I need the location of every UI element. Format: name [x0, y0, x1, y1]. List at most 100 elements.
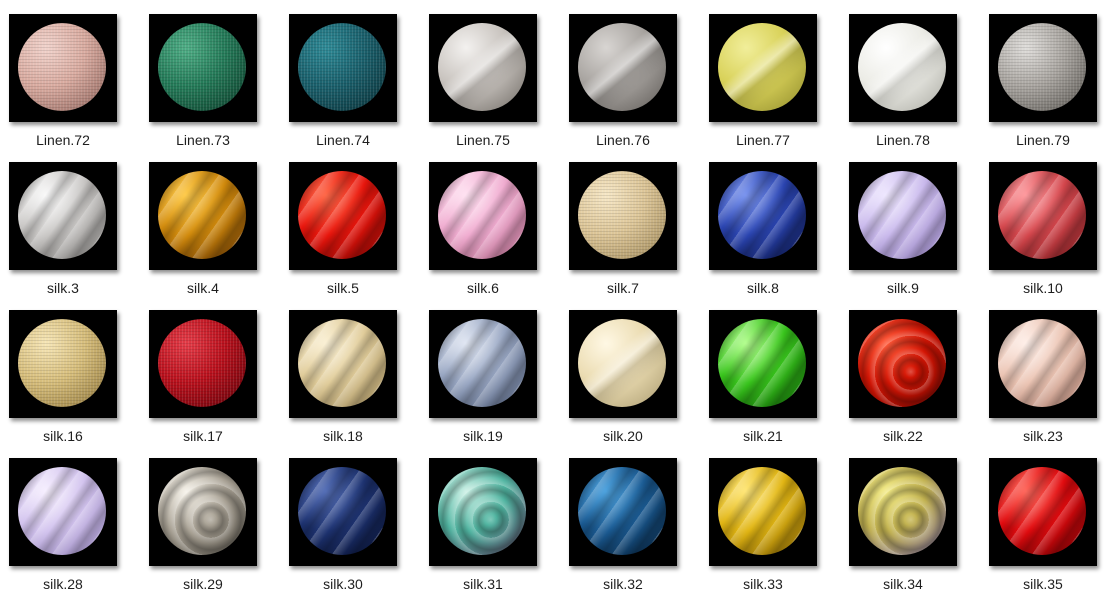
- file-name-label: Linen.77: [736, 132, 790, 148]
- file-item[interactable]: silk.22: [849, 310, 989, 458]
- file-thumbnail[interactable]: [849, 310, 957, 418]
- file-item[interactable]: Linen.72: [9, 14, 149, 162]
- file-name-label: silk.8: [747, 280, 779, 296]
- file-item[interactable]: silk.3: [9, 162, 149, 310]
- file-thumbnail[interactable]: [429, 310, 537, 418]
- file-name-label: Linen.72: [36, 132, 90, 148]
- file-thumbnail[interactable]: [989, 162, 1097, 270]
- file-item[interactable]: silk.10: [989, 162, 1113, 310]
- file-item[interactable]: silk.19: [429, 310, 569, 458]
- file-name-label: silk.22: [883, 428, 923, 444]
- file-thumbnail[interactable]: [429, 162, 537, 270]
- file-item[interactable]: silk.35: [989, 458, 1113, 606]
- file-thumbnail[interactable]: [569, 310, 677, 418]
- file-item[interactable]: silk.16: [9, 310, 149, 458]
- file-item[interactable]: silk.18: [289, 310, 429, 458]
- file-thumbnail[interactable]: [849, 458, 957, 566]
- file-name-label: silk.9: [887, 280, 919, 296]
- file-item[interactable]: Linen.76: [569, 14, 709, 162]
- material-sphere-preview: [578, 467, 666, 555]
- file-thumbnail[interactable]: [289, 458, 397, 566]
- material-sphere-preview: [18, 467, 106, 555]
- material-sphere-preview: [858, 171, 946, 259]
- material-sphere-preview: [18, 171, 106, 259]
- file-thumbnail[interactable]: [429, 14, 537, 122]
- material-sphere-preview: [858, 23, 946, 111]
- file-name-label: silk.34: [883, 576, 923, 592]
- file-item[interactable]: silk.33: [709, 458, 849, 606]
- material-sphere-preview: [718, 23, 806, 111]
- file-name-label: silk.7: [607, 280, 639, 296]
- file-thumbnail[interactable]: [149, 14, 257, 122]
- file-name-label: silk.18: [323, 428, 363, 444]
- file-thumbnail[interactable]: [989, 458, 1097, 566]
- file-name-label: silk.21: [743, 428, 783, 444]
- file-thumbnail[interactable]: [709, 458, 817, 566]
- file-item[interactable]: silk.5: [289, 162, 429, 310]
- file-thumbnail[interactable]: [429, 458, 537, 566]
- file-item[interactable]: silk.29: [149, 458, 289, 606]
- file-name-label: silk.28: [43, 576, 83, 592]
- file-item[interactable]: silk.21: [709, 310, 849, 458]
- file-item[interactable]: Linen.73: [149, 14, 289, 162]
- material-sphere-preview: [18, 319, 106, 407]
- file-item[interactable]: Linen.75: [429, 14, 569, 162]
- file-thumbnail[interactable]: [989, 310, 1097, 418]
- material-sphere-preview: [298, 467, 386, 555]
- file-thumbnail[interactable]: [9, 310, 117, 418]
- file-name-label: silk.29: [183, 576, 223, 592]
- material-sphere-preview: [298, 23, 386, 111]
- file-thumbnail[interactable]: [289, 14, 397, 122]
- file-item[interactable]: silk.34: [849, 458, 989, 606]
- file-item[interactable]: silk.8: [709, 162, 849, 310]
- file-name-label: silk.19: [463, 428, 503, 444]
- file-name-label: silk.35: [1023, 576, 1063, 592]
- file-item[interactable]: silk.31: [429, 458, 569, 606]
- file-name-label: Linen.78: [876, 132, 930, 148]
- file-thumbnail[interactable]: [569, 162, 677, 270]
- file-thumbnail[interactable]: [849, 14, 957, 122]
- file-item[interactable]: silk.6: [429, 162, 569, 310]
- file-thumbnail[interactable]: [149, 162, 257, 270]
- file-name-label: silk.32: [603, 576, 643, 592]
- file-item[interactable]: silk.30: [289, 458, 429, 606]
- file-grid: Linen.72 Linen.73 Linen.74 Linen.75 Linen.76…: [0, 0, 1113, 600]
- file-item[interactable]: silk.17: [149, 310, 289, 458]
- file-item[interactable]: silk.20: [569, 310, 709, 458]
- material-sphere-preview: [438, 171, 526, 259]
- file-name-label: silk.3: [47, 280, 79, 296]
- material-sphere-preview: [438, 467, 526, 555]
- file-item[interactable]: Linen.74: [289, 14, 429, 162]
- file-thumbnail[interactable]: [709, 14, 817, 122]
- file-thumbnail[interactable]: [9, 162, 117, 270]
- file-item[interactable]: Linen.78: [849, 14, 989, 162]
- material-sphere-preview: [438, 23, 526, 111]
- file-thumbnail[interactable]: [289, 310, 397, 418]
- file-thumbnail[interactable]: [149, 310, 257, 418]
- file-item[interactable]: silk.9: [849, 162, 989, 310]
- file-name-label: Linen.74: [316, 132, 370, 148]
- file-item[interactable]: silk.32: [569, 458, 709, 606]
- file-item[interactable]: Linen.79: [989, 14, 1113, 162]
- file-thumbnail[interactable]: [709, 310, 817, 418]
- file-name-label: silk.5: [327, 280, 359, 296]
- file-thumbnail[interactable]: [709, 162, 817, 270]
- file-item[interactable]: Linen.77: [709, 14, 849, 162]
- file-thumbnail[interactable]: [849, 162, 957, 270]
- file-thumbnail[interactable]: [149, 458, 257, 566]
- material-sphere-preview: [158, 23, 246, 111]
- file-thumbnail[interactable]: [9, 14, 117, 122]
- file-item[interactable]: silk.7: [569, 162, 709, 310]
- file-thumbnail[interactable]: [9, 458, 117, 566]
- file-thumbnail[interactable]: [289, 162, 397, 270]
- file-item[interactable]: silk.28: [9, 458, 149, 606]
- material-sphere-preview: [578, 319, 666, 407]
- file-name-label: silk.17: [183, 428, 223, 444]
- file-item[interactable]: silk.4: [149, 162, 289, 310]
- file-thumbnail[interactable]: [569, 14, 677, 122]
- file-name-label: silk.16: [43, 428, 83, 444]
- file-thumbnail[interactable]: [569, 458, 677, 566]
- file-name-label: silk.6: [467, 280, 499, 296]
- file-thumbnail[interactable]: [989, 14, 1097, 122]
- file-item[interactable]: silk.23: [989, 310, 1113, 458]
